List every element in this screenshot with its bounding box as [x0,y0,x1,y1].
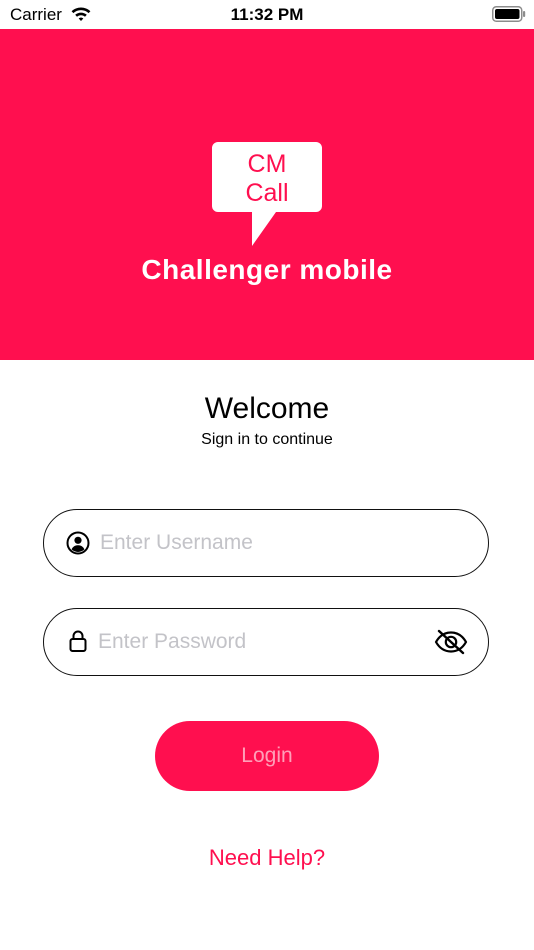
eye-slash-icon[interactable] [434,629,468,655]
user-circle-icon [66,531,90,555]
chat-bubble-logo: CM Call [212,142,322,246]
username-input[interactable] [100,510,468,576]
login-button[interactable]: Login [155,721,379,791]
brand-header: CM Call Challenger mobile [0,29,534,360]
logo-text-call: Call [245,179,288,207]
need-help-link[interactable]: Need Help? [0,845,534,871]
logo-text-cm: CM [248,150,287,178]
brand-name: Challenger mobile [141,254,393,285]
page-subtitle: Sign in to continue [201,431,333,448]
clock-time: 11:32 PM [230,5,304,24]
status-bar: Carrier 11:32 PM [0,0,534,29]
page-title: Welcome [204,392,330,425]
username-field[interactable] [43,509,489,577]
password-input[interactable] [98,609,418,675]
password-field[interactable] [43,608,489,676]
lock-icon [69,630,87,652]
battery-icon [492,6,526,22]
